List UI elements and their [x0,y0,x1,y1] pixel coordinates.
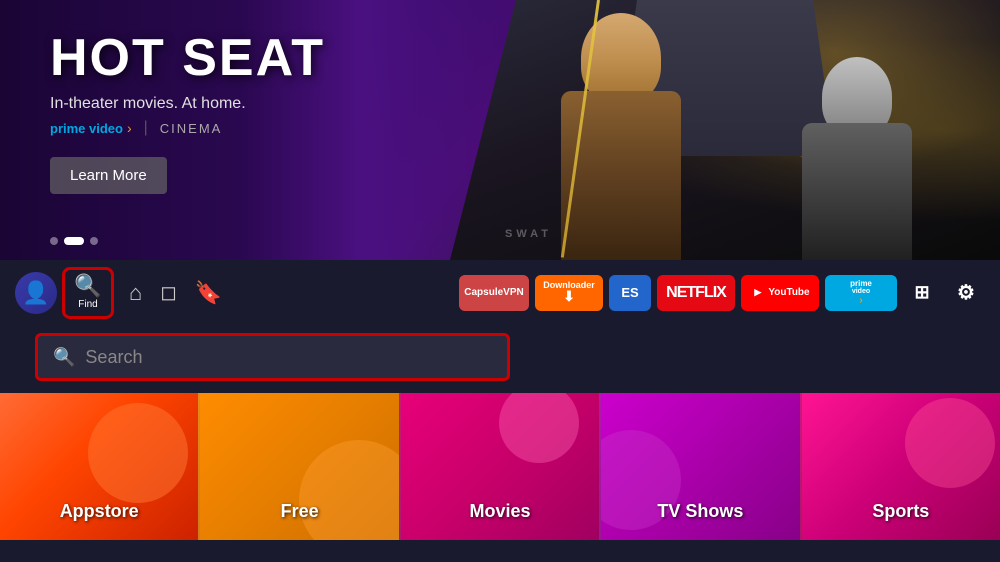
avatar-icon: 👤 [22,280,49,306]
dot-1 [50,237,58,245]
search-bar[interactable]: 🔍 Search [35,333,510,381]
movies-icon[interactable]: ◻ [155,275,182,310]
netflix-label: NETFLIX [666,284,726,302]
settings-icon: ⚙ [957,280,975,305]
hero-dots [50,237,98,245]
prime-arrow-icon: › [127,120,132,136]
nav-bar: 👤 🔍 Find ⌂ ◻ 🔖 CapsuleVPN Downloader ⬇ E… [0,260,1000,325]
all-apps-button[interactable]: ⊞ [903,275,941,311]
hero-title: HOT SEAT [50,30,325,87]
prime-label: prime [850,279,872,288]
hero-content: HOT SEAT In-theater movies. At home. pri… [50,30,325,194]
app-es-explorer[interactable]: ES [609,275,651,311]
hero-right-area: SWAT [450,0,1000,260]
youtube-play-icon: ▶ [750,285,765,300]
category-appstore[interactable]: Appstore [0,393,198,540]
search-icon: 🔍 [74,275,101,297]
dot-2 [64,237,84,245]
cinema-text: CINEMA [160,121,223,136]
bookmark-icon[interactable]: 🔖 [190,275,227,311]
youtube-label: YouTube [768,287,809,298]
grid-icon: ⊞ [914,282,929,303]
search-placeholder: Search [85,347,142,368]
category-appstore-label: Appstore [60,501,139,522]
prime-video-logo: prime video › [50,120,132,136]
category-tvshows-label: TV Shows [657,501,743,522]
category-sports[interactable]: Sports [800,393,1000,540]
downloader-arrow: ⬇ [563,288,575,305]
search-bar-icon: 🔍 [53,347,75,368]
character-1-area [478,0,764,260]
branding-divider: | [144,119,148,137]
capsule-label: CapsuleVPN [459,287,528,299]
prime-logo-arrow: › [859,295,862,306]
app-capsulevpn[interactable]: CapsuleVPN [459,275,529,311]
category-sports-label: Sports [872,501,929,522]
app-downloader[interactable]: Downloader ⬇ [535,275,603,311]
category-movies[interactable]: Movies [399,393,599,540]
hero-subtitle: In-theater movies. At home. [50,95,325,113]
find-button[interactable]: 🔍 Find [62,267,114,319]
home-icon[interactable]: ⌂ [124,275,147,311]
user-avatar[interactable]: 👤 [15,272,57,314]
category-free[interactable]: Free [198,393,398,540]
char2-body [802,123,912,260]
es-label: ES [621,285,638,300]
dot-3 [90,237,98,245]
nav-apps: CapsuleVPN Downloader ⬇ ES NETFLIX ▶ You… [459,275,985,311]
prime-video-text: prime video [50,121,123,136]
settings-button[interactable]: ⚙ [947,275,985,311]
app-netflix[interactable]: NETFLIX [657,275,735,311]
app-youtube[interactable]: ▶ YouTube [741,275,819,311]
hero-branding: prime video › | CINEMA [50,119,325,137]
char1-body [561,91,681,260]
nav-icon-group: ⌂ ◻ 🔖 [124,275,227,311]
find-label: Find [78,299,97,310]
character-2-area [725,39,989,260]
search-section: 🔍 Search [0,325,1000,389]
swat-watermark: SWAT [505,228,552,240]
category-tvshows[interactable]: TV Shows [599,393,799,540]
category-grid: Appstore Free Movies TV Shows Sports [0,393,1000,540]
category-movies-label: Movies [470,501,531,522]
prime-video-label: video [852,288,870,295]
hero-banner: SWAT HOT SEAT In-theater movies. At home… [0,0,1000,260]
category-free-label: Free [281,501,319,522]
learn-more-button[interactable]: Learn More [50,157,167,194]
app-prime-video[interactable]: prime video › [825,275,897,311]
